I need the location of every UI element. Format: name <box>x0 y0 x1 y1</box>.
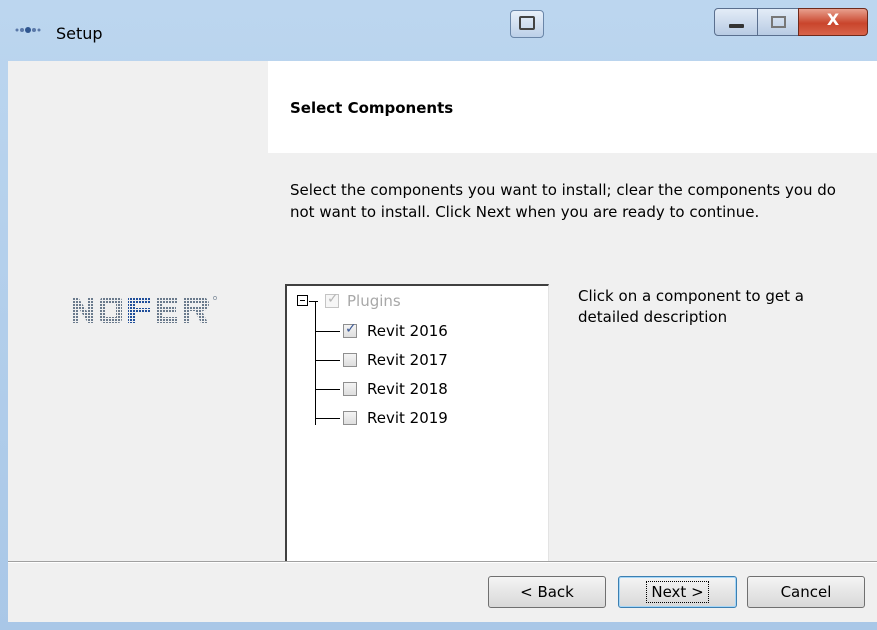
revit-2019-checkbox[interactable] <box>343 411 357 425</box>
check-icon: ✓ <box>345 321 357 337</box>
plugins-checkbox[interactable]: ✓ <box>325 291 339 308</box>
revit-2017-checkbox[interactable] <box>343 353 357 367</box>
title-bar[interactable]: Setup X <box>0 0 877 61</box>
restore-icon <box>519 16 535 30</box>
wizard-header: Select Components <box>268 61 877 153</box>
maximize-button[interactable] <box>757 8 799 36</box>
components-tree[interactable]: ✓ Plugins ✓ Revit 2016 Revit 2017 Revit … <box>285 284 549 561</box>
page-description: Select the components you want to instal… <box>290 181 836 221</box>
check-icon: ✓ <box>327 291 339 307</box>
revit-2018-checkbox[interactable] <box>343 382 357 396</box>
component-description-hint: Click on a component to get a detailed d… <box>578 287 804 326</box>
minus-icon <box>300 300 305 301</box>
tree-item-plugins-label: Plugins <box>347 292 401 310</box>
cancel-button[interactable]: Cancel <box>747 576 865 608</box>
close-button[interactable]: X <box>798 8 868 36</box>
back-button-label: < Back <box>520 583 574 601</box>
close-icon: X <box>826 10 840 29</box>
window-title: Setup <box>56 24 103 43</box>
back-button[interactable]: < Back <box>488 576 606 608</box>
wizard-side-panel <box>8 61 268 561</box>
next-button-label: Next > <box>646 581 709 603</box>
page-title: Select Components <box>290 99 454 117</box>
footer-divider <box>8 561 877 563</box>
tree-item-revit-2017-label[interactable]: Revit 2017 <box>367 351 448 369</box>
caption-buttons: X <box>714 8 870 38</box>
window-bottom-border <box>0 622 877 630</box>
tree-item-revit-2016-label[interactable]: Revit 2016 <box>367 322 448 340</box>
collapse-toggle[interactable] <box>297 295 308 306</box>
wizard-client-area: Select Components Select the components … <box>8 61 877 622</box>
setup-app-icon <box>15 27 41 33</box>
maximize-icon <box>771 16 786 28</box>
restore-tab-button[interactable] <box>510 10 544 38</box>
nofer-logo <box>72 296 217 323</box>
revit-2016-checkbox[interactable]: ✓ <box>343 321 357 338</box>
next-button[interactable]: Next > <box>618 576 737 608</box>
tree-item-revit-2018-label[interactable]: Revit 2018 <box>367 380 448 398</box>
tree-item-revit-2019-label[interactable]: Revit 2019 <box>367 409 448 427</box>
minimize-button[interactable] <box>714 8 758 36</box>
cancel-button-label: Cancel <box>780 583 832 601</box>
minimize-icon <box>729 24 744 28</box>
